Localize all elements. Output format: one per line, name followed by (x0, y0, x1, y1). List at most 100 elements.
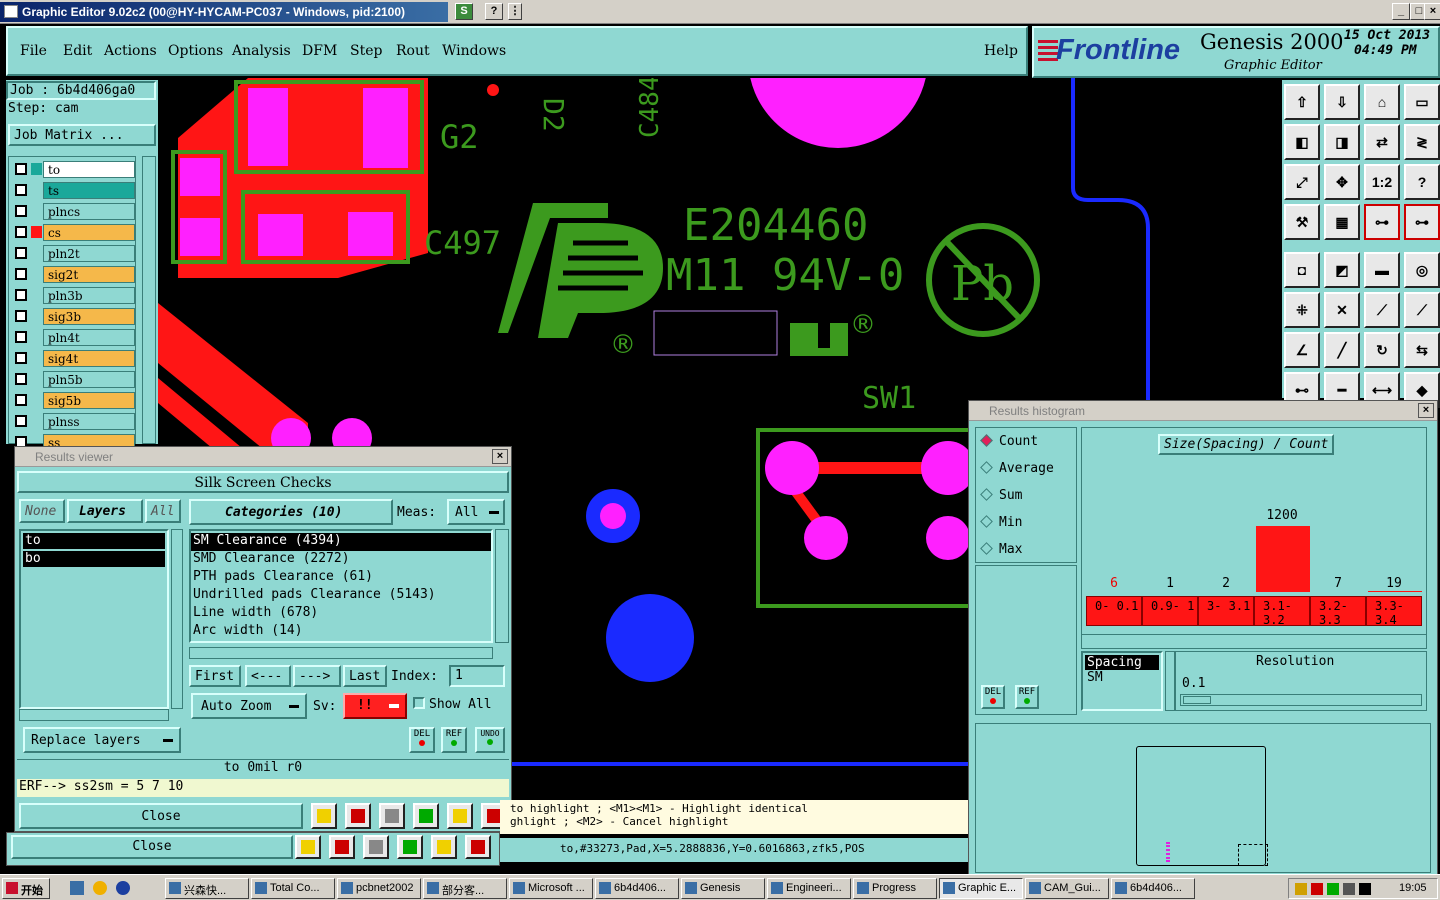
tray-icons[interactable] (1295, 883, 1375, 895)
quicklaunch-desktop-icon[interactable] (70, 881, 84, 895)
preview-viewport[interactable] (1238, 844, 1268, 866)
taskbar-item[interactable]: Microsoft ... (509, 878, 593, 899)
query-icon[interactable]: ? (1404, 164, 1440, 200)
index-input[interactable]: 1 (449, 665, 505, 687)
replace-layers-select[interactable]: Replace layers (23, 727, 181, 753)
fit-icon[interactable]: ⤢ (1284, 164, 1320, 200)
radio-icon[interactable] (980, 434, 993, 447)
histogram-bar[interactable] (1368, 591, 1422, 592)
cross-icon[interactable]: ✕ (1324, 292, 1360, 328)
layer-checkbox[interactable] (15, 352, 27, 364)
net-icon[interactable]: ⊶ (1364, 204, 1400, 240)
next-button[interactable]: ---> (293, 665, 341, 687)
layer-row[interactable]: to (13, 161, 137, 178)
delete-icon[interactable] (345, 803, 371, 829)
del-button[interactable]: DEL (981, 685, 1005, 709)
layer-row[interactable]: ts (13, 182, 137, 199)
layer-down-icon[interactable]: ⇩ (1324, 84, 1360, 120)
scale-1-2-icon[interactable]: 1:2 (1364, 164, 1400, 200)
list-item-sm[interactable]: SM (1085, 670, 1159, 685)
category-item[interactable]: Line width (678) (191, 605, 491, 623)
layer-item[interactable]: to (23, 533, 165, 549)
list-scrollbar[interactable] (1165, 651, 1175, 711)
slash-blue-icon[interactable]: ╱ (1324, 332, 1360, 368)
grid-icon[interactable]: ▦ (1324, 204, 1360, 240)
help-icon[interactable]: ? (485, 3, 503, 20)
menu-analysis[interactable]: Analysis (232, 43, 291, 59)
delete-icon[interactable] (329, 835, 355, 859)
menu-edit[interactable]: Edit (63, 43, 92, 59)
layer-scrollbar[interactable] (142, 156, 156, 444)
mode-average[interactable]: Average (980, 461, 1054, 476)
s-icon[interactable]: S (455, 3, 473, 20)
mode-max[interactable]: Max (980, 542, 1022, 557)
bin-label[interactable]: 3.3- 3.4 (1366, 596, 1422, 626)
layer-checkbox[interactable] (15, 289, 27, 301)
zigzag-icon[interactable]: ≷ (1404, 124, 1440, 160)
close-button[interactable]: Close (19, 803, 303, 829)
layer-2-icon[interactable] (397, 835, 423, 859)
flag-icon[interactable] (311, 803, 337, 829)
slider-thumb[interactable] (1183, 696, 1211, 704)
layer-checkbox[interactable] (15, 247, 27, 259)
layer-row[interactable]: pln5b (13, 371, 137, 388)
move-right-icon[interactable]: ◨ (1324, 124, 1360, 160)
ruler-icon[interactable]: ▬ (1364, 252, 1400, 288)
category-item[interactable]: PTH pads Clearance (61) (191, 569, 491, 587)
more-icon[interactable]: ⋮ (508, 3, 522, 20)
quicklaunch-ie-icon[interactable] (116, 881, 130, 895)
histogram-hscroll[interactable] (1082, 634, 1426, 646)
layer-row[interactable]: sig2t (13, 266, 137, 283)
connect-icon[interactable]: ⁜ (1284, 292, 1320, 328)
close-button-2[interactable]: Close (11, 835, 293, 859)
category-hscroll[interactable] (189, 647, 493, 659)
category-item[interactable]: Undrilled pads Clearance (5143) (191, 587, 491, 605)
prev-button[interactable]: <--- (245, 665, 291, 687)
layer-row[interactable]: sig4t (13, 350, 137, 367)
window-icon[interactable]: ▭ (1404, 84, 1440, 120)
close-icon[interactable]: × (1424, 3, 1440, 20)
menu-dfm[interactable]: DFM (302, 43, 337, 59)
taskbar-item[interactable]: Engineeri... (767, 878, 851, 899)
radio-icon[interactable] (980, 488, 993, 501)
layer-checkbox[interactable] (15, 310, 27, 322)
histogram-bar[interactable] (1256, 526, 1310, 592)
layer-row[interactable]: cs (13, 224, 137, 241)
notes-icon[interactable] (431, 835, 457, 859)
layer-row[interactable]: plncs (13, 203, 137, 220)
layer-row[interactable]: plnss (13, 413, 137, 430)
menu-actions[interactable]: Actions (104, 43, 157, 59)
mode-count[interactable]: Count (980, 434, 1038, 449)
notes-icon[interactable] (447, 803, 473, 829)
line-blue-icon[interactable]: ⟋ (1404, 292, 1440, 328)
flag-icon[interactable] (295, 835, 321, 859)
resolution-slider[interactable] (1180, 694, 1422, 706)
layer-checkbox[interactable] (15, 331, 27, 343)
bin-label[interactable]: 0.9- 1 (1142, 596, 1198, 626)
meas-select[interactable]: All (447, 499, 505, 525)
radio-icon[interactable] (980, 515, 993, 528)
swap-icon[interactable]: ⇄ (1364, 124, 1400, 160)
none-button[interactable]: None (19, 499, 65, 523)
menu-options[interactable]: Options (168, 43, 223, 59)
layer-row[interactable]: pln2t (13, 245, 137, 262)
category-scrollbar[interactable] (495, 529, 509, 643)
ref-off-icon[interactable] (363, 835, 389, 859)
histogram-icon[interactable] (465, 835, 491, 859)
taskbar-item[interactable]: CAM_Gui... (1025, 878, 1109, 899)
radio-icon[interactable] (980, 542, 993, 555)
quicklaunch-clock-icon[interactable] (93, 881, 107, 895)
layer-item[interactable]: bo (23, 551, 165, 567)
layer-checkbox[interactable] (15, 205, 27, 217)
menu-step[interactable]: Step (350, 43, 382, 59)
zoom-fit-icon[interactable]: ✥ (1324, 164, 1360, 200)
close-icon[interactable]: × (492, 449, 508, 464)
minimize-icon[interactable]: _ (1392, 3, 1410, 20)
tools-icon[interactable]: ⚒ (1284, 204, 1320, 240)
slash-red-icon[interactable]: ∠ (1284, 332, 1320, 368)
show-all-checkbox[interactable] (413, 697, 425, 709)
resolution-value[interactable]: 0.1 (1182, 676, 1205, 691)
categories-button[interactable]: Categories (10) (189, 499, 393, 525)
taskbar-item[interactable]: Graphic E... (939, 878, 1023, 899)
line-red-icon[interactable]: ⟋ (1364, 292, 1400, 328)
